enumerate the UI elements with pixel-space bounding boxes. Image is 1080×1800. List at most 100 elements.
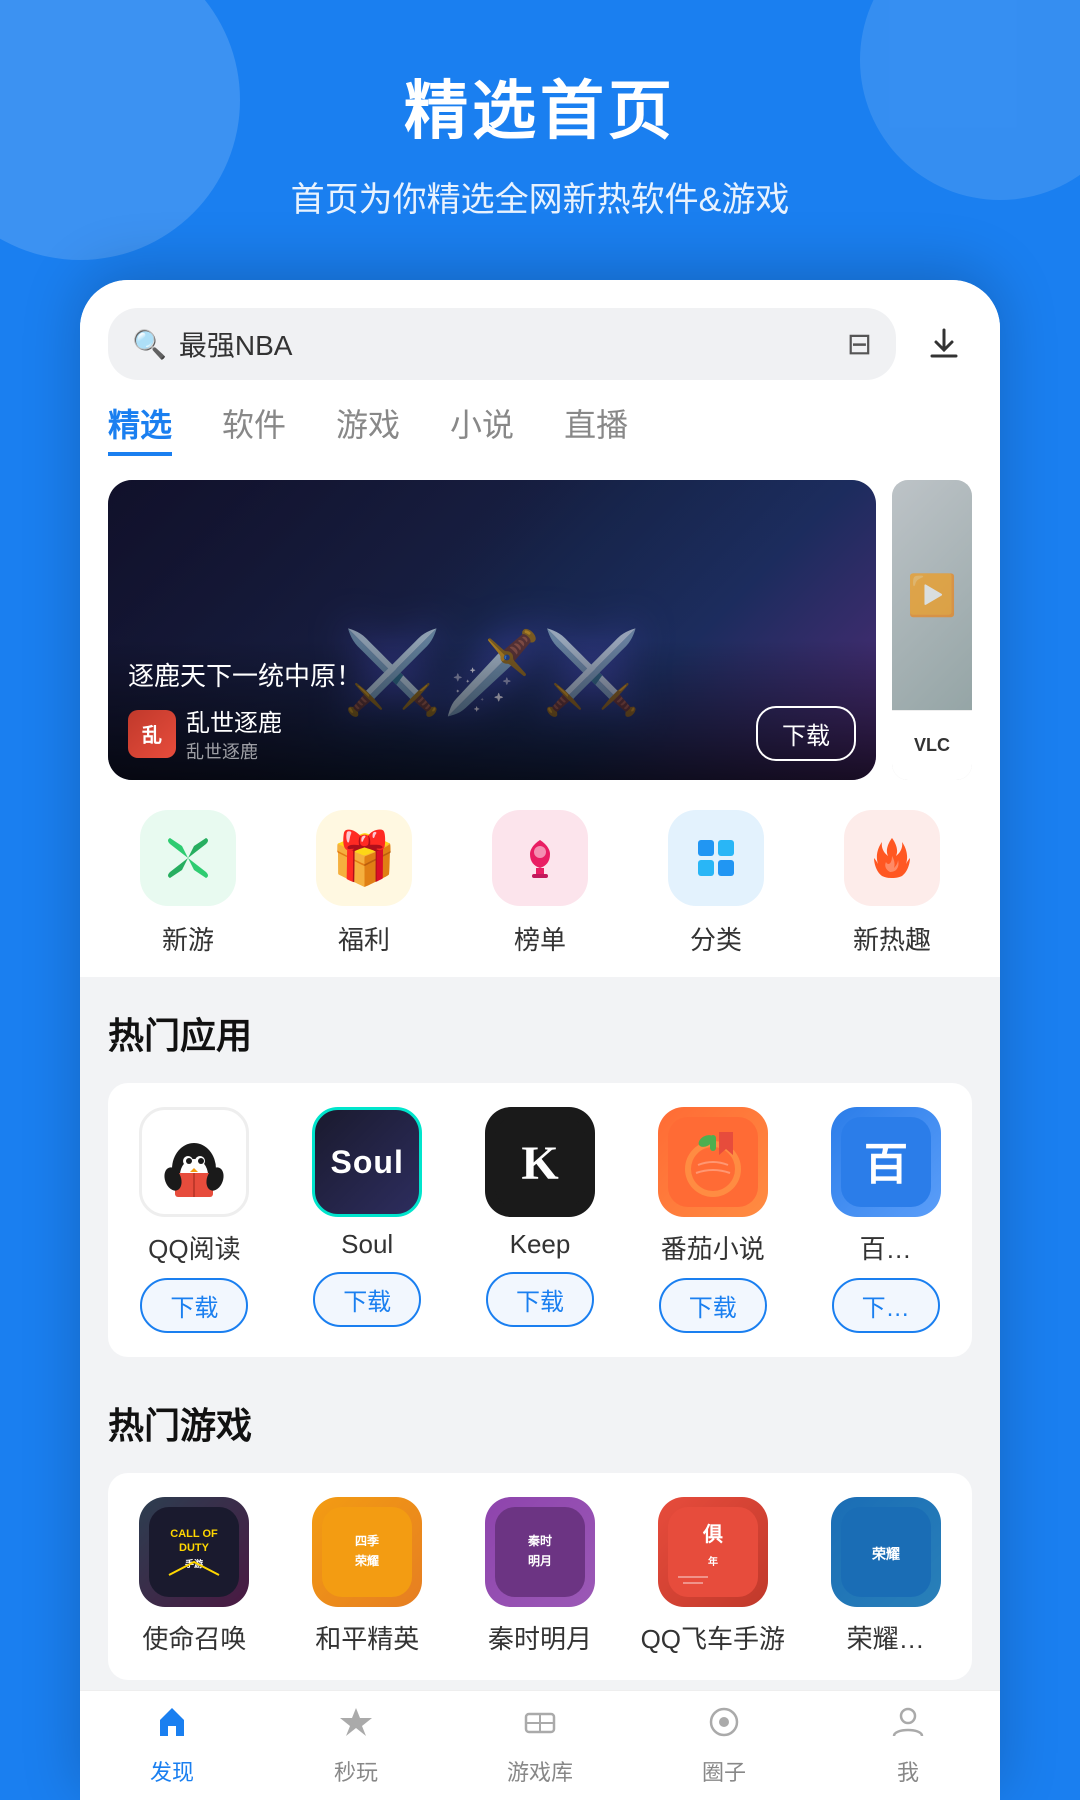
fuli-icon: 🎁 xyxy=(316,810,412,906)
community-label: 圈子 xyxy=(702,1755,746,1787)
banner-logo-subtitle: 乱世逐鹿 xyxy=(186,738,282,764)
svg-text:CALL OF: CALL OF xyxy=(171,1528,219,1540)
search-icon: 🔍 xyxy=(132,328,167,361)
soul-download-button[interactable]: 下载 xyxy=(313,1272,421,1327)
app-item-fanqie: 番茄小说 下载 xyxy=(626,1107,799,1333)
banner-download-button[interactable]: 下载 xyxy=(756,706,856,761)
qqrace-icon: 俱 年 xyxy=(658,1497,768,1607)
categories-area: 新游 🎁 福利 榜单 xyxy=(80,780,1000,977)
bottom-nav: 发现 秒玩 游戏库 xyxy=(80,1690,1000,1800)
nav-me[interactable]: 我 xyxy=(816,1691,1000,1800)
quickplay-icon xyxy=(338,1704,374,1749)
gamelibrary-icon xyxy=(522,1704,558,1749)
soul-icon-text: Soul xyxy=(331,1144,404,1181)
banner-overlay: 逐鹿天下一统中原！ 乱 乱世逐鹿 乱世逐鹿 下载 xyxy=(108,640,876,780)
banner-app-name: 乱世逐鹿 xyxy=(186,703,282,738)
svg-text:明月: 明月 xyxy=(528,1554,552,1568)
tab-xiaoshuo[interactable]: 小说 xyxy=(450,400,514,456)
keep-download-button[interactable]: 下载 xyxy=(486,1272,594,1327)
search-input-text: 最强NBA xyxy=(179,324,835,364)
download-icon-button[interactable] xyxy=(916,316,972,372)
fanqie-name: 番茄小说 xyxy=(661,1229,765,1266)
qin-icon: 秦时 明月 xyxy=(485,1497,595,1607)
game-item-qqrace: 俱 年 QQ飞车手游 xyxy=(626,1497,799,1656)
svg-text:K: K xyxy=(521,1137,558,1190)
game-item-qin: 秦时 明月 秦时明月 xyxy=(454,1497,627,1656)
quickplay-label: 秒玩 xyxy=(334,1755,378,1787)
qqread-download-button[interactable]: 下载 xyxy=(140,1278,248,1333)
xinyou-icon xyxy=(140,810,236,906)
fanqie-download-button[interactable]: 下载 xyxy=(659,1278,767,1333)
category-xinyou-label: 新游 xyxy=(162,920,214,957)
tab-youxi[interactable]: 游戏 xyxy=(336,400,400,456)
qr-icon[interactable]: ⊟ xyxy=(847,327,872,362)
keep-icon: K xyxy=(485,1107,595,1217)
soul-name: Soul xyxy=(341,1229,393,1260)
games-row: CALL OF DUTY 手游 使命召唤 四季 荣耀 和 xyxy=(108,1473,972,1680)
banner-main[interactable]: ⚔️🗡️⚔️ 逐鹿天下一统中原！ 乱 乱世逐鹿 乱世逐鹿 下载 xyxy=(108,480,876,780)
gamelibrary-label: 游戏库 xyxy=(507,1755,573,1787)
svg-text:年: 年 xyxy=(708,1555,718,1568)
baidu-name: 百… xyxy=(860,1229,912,1266)
hot-games-section: 热门游戏 CALL OF DUTY 手游 使命召唤 xyxy=(80,1367,1000,1690)
category-bangdan[interactable]: 榜单 xyxy=(492,810,588,957)
qqread-icon xyxy=(139,1107,249,1217)
category-xinyou[interactable]: 新游 xyxy=(140,810,236,957)
svg-text:荣耀: 荣耀 xyxy=(871,1546,900,1562)
qin-name: 秦时明月 xyxy=(488,1619,592,1656)
me-icon xyxy=(890,1704,926,1749)
keep-name: Keep xyxy=(510,1229,571,1260)
page-header: 精选首页 首页为你精选全网新热软件&游戏 xyxy=(0,0,1080,251)
nav-community[interactable]: 圈子 xyxy=(632,1691,816,1800)
community-icon xyxy=(706,1704,742,1749)
hot-games-title: 热门游戏 xyxy=(108,1397,972,1449)
nav-gamelibrary[interactable]: 游戏库 xyxy=(448,1691,632,1800)
category-fenlei-label: 分类 xyxy=(690,920,742,957)
app-item-baidu: 百 百… 下… xyxy=(799,1107,972,1333)
category-bangdan-label: 榜单 xyxy=(514,920,566,957)
banner-app-icon: 乱 xyxy=(128,710,176,758)
category-fenlei[interactable]: 分类 xyxy=(668,810,764,957)
fenlei-icon xyxy=(668,810,764,906)
category-fuli[interactable]: 🎁 福利 xyxy=(316,810,412,957)
xinrequ-icon xyxy=(844,810,940,906)
banner-side-label: VLC xyxy=(892,710,972,780)
tab-zhibo[interactable]: 直播 xyxy=(564,400,628,456)
discover-icon xyxy=(154,1704,190,1749)
app-item-keep: K Keep 下载 xyxy=(454,1107,627,1333)
pubg-icon: 四季 荣耀 xyxy=(312,1497,422,1607)
fanqie-icon xyxy=(658,1107,768,1217)
nav-discover[interactable]: 发现 xyxy=(80,1691,264,1800)
banner-side: ▶️ VLC xyxy=(892,480,972,780)
game-item-pubg: 四季 荣耀 和平精英 xyxy=(281,1497,454,1656)
svg-text:DUTY: DUTY xyxy=(179,1542,210,1554)
cod-icon: CALL OF DUTY 手游 xyxy=(139,1497,249,1607)
cod-name: 使命召唤 xyxy=(142,1619,246,1656)
tab-ruanjian[interactable]: 软件 xyxy=(222,400,286,456)
pubg-name: 和平精英 xyxy=(315,1619,419,1656)
svg-text:四季: 四季 xyxy=(355,1533,380,1548)
baidu-icon: 百 xyxy=(831,1107,941,1217)
banner-side-image: ▶️ xyxy=(892,480,972,710)
qqrace-name: QQ飞车手游 xyxy=(641,1619,785,1656)
soul-icon: Soul xyxy=(312,1107,422,1217)
bangdan-icon xyxy=(492,810,588,906)
search-area: 🔍 最强NBA ⊟ xyxy=(80,280,1000,380)
hot-apps-title: 热门应用 xyxy=(108,1007,972,1059)
tab-jingxuan[interactable]: 精选 xyxy=(108,400,172,456)
banner-app-info: 乱 乱世逐鹿 乱世逐鹿 xyxy=(128,703,282,764)
nav-quickplay[interactable]: 秒玩 xyxy=(264,1691,448,1800)
svg-text:俱: 俱 xyxy=(702,1522,723,1546)
page-title: 精选首页 xyxy=(40,60,1040,152)
svg-text:手游: 手游 xyxy=(185,1558,203,1569)
search-bar[interactable]: 🔍 最强NBA ⊟ xyxy=(108,308,896,380)
category-xinrequ[interactable]: 新热趣 xyxy=(844,810,940,957)
app-item-soul: Soul Soul 下载 xyxy=(281,1107,454,1333)
qqread-name: QQ阅读 xyxy=(148,1229,240,1266)
banner-area: ⚔️🗡️⚔️ 逐鹿天下一统中原！ 乱 乱世逐鹿 乱世逐鹿 下载 xyxy=(80,480,1000,780)
me-label: 我 xyxy=(897,1755,919,1787)
baidu-download-button[interactable]: 下… xyxy=(832,1278,940,1333)
app-item-qqread: QQ阅读 下载 xyxy=(108,1107,281,1333)
nav-tabs: 精选 软件 游戏 小说 直播 xyxy=(80,380,1000,480)
banner-slogan: 逐鹿天下一统中原！ xyxy=(128,656,856,693)
